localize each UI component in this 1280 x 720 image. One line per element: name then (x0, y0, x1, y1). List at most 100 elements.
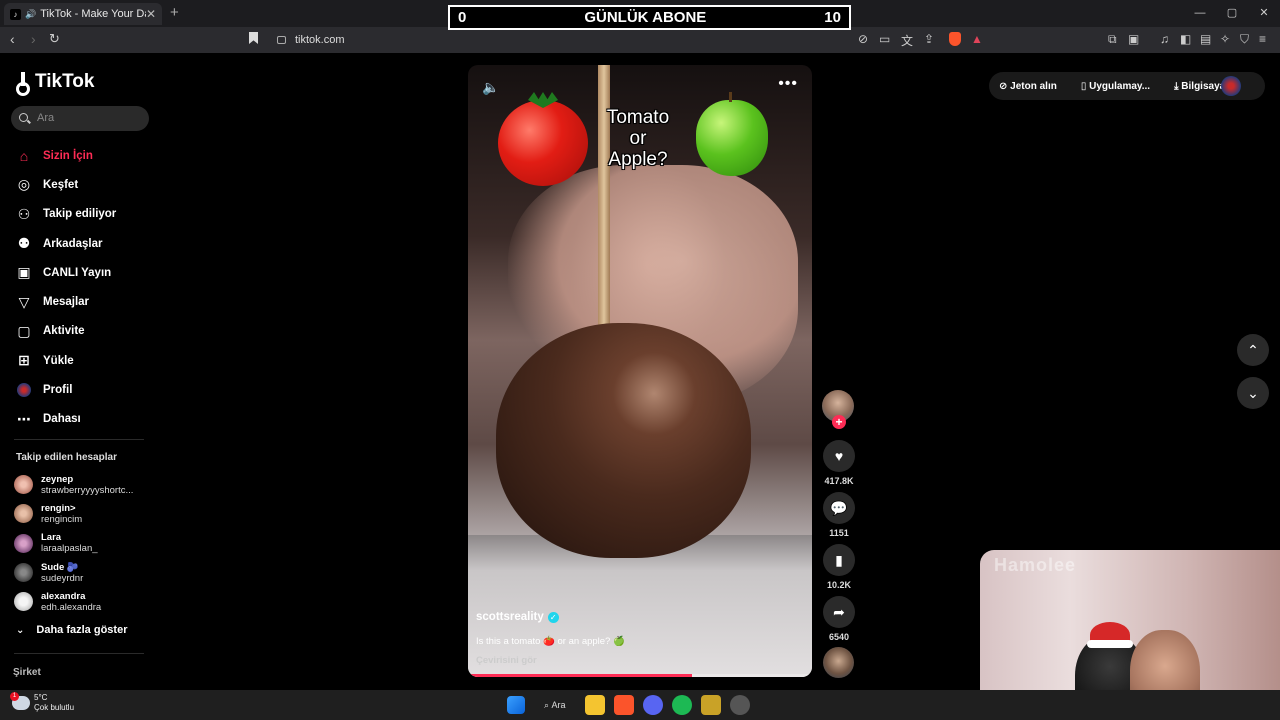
save-button[interactable]: ▮ (823, 544, 855, 576)
reader-icon[interactable]: ⊘ (858, 32, 868, 46)
show-more-button[interactable]: ⌄ Daha fazla göster (16, 624, 127, 636)
cast-icon[interactable]: ▭ (879, 32, 890, 46)
more-options-icon[interactable]: ••• (778, 75, 798, 93)
sidebar-item-upload[interactable]: ⊞ Yükle (0, 346, 165, 375)
following-accounts-title: Takip edilen hesaplar (16, 452, 117, 463)
taskbar-search[interactable]: ⌕ Ara (534, 695, 576, 715)
maximize-button[interactable]: ▢ (1216, 0, 1248, 27)
video-progress-fill (468, 674, 692, 677)
url-text: tiktok.com (295, 34, 345, 46)
get-app-button[interactable]: ▯ Uygulamay... (1081, 81, 1162, 92)
follow-plus-icon[interactable]: + (832, 415, 846, 429)
webcam-watermark: Hamolee (994, 555, 1077, 575)
account-handle: sudeyrdnr (41, 572, 84, 584)
share-icon[interactable]: ⇪ (924, 32, 934, 46)
activity-icon: ▢ (17, 322, 31, 339)
notification-badge: 1 (10, 692, 19, 701)
sidebar-toggle-icon[interactable]: ◧ (1180, 32, 1191, 46)
browser-tab[interactable]: ♪ 🔊 TikTok - Make Your Day ✕ (4, 3, 162, 25)
profile-avatar[interactable] (1221, 76, 1241, 96)
list-item[interactable]: Lara laraalpaslan_ (14, 529, 164, 558)
comment-button[interactable]: 💬 (823, 492, 855, 524)
tiktok-logo[interactable]: TikTok (16, 71, 95, 96)
list-item[interactable]: Sude 🫐 sudeyrdnr (14, 558, 164, 587)
previous-video-button[interactable]: ⌃ (1237, 334, 1269, 366)
account-name: Sude 🫐 (41, 561, 79, 573)
audio-playing-icon[interactable]: 🔊 (25, 9, 36, 20)
like-button[interactable]: ♥ (823, 440, 855, 472)
back-arrow-icon[interactable]: ‹ (10, 31, 15, 47)
windows-start-icon[interactable] (507, 696, 525, 714)
list-item[interactable]: alexandra edh.alexandra (14, 587, 164, 616)
spotify-icon[interactable] (671, 695, 692, 715)
sidebar-item-activity[interactable]: ▢ Aktivite (0, 317, 165, 346)
divider (14, 653, 144, 654)
reload-icon[interactable]: ↻ (49, 31, 60, 47)
video-overlay-text: Tomato or Apple? (606, 107, 670, 170)
sidebar-item-following[interactable]: ⚇ Takip ediliyor (0, 200, 165, 229)
next-video-button[interactable]: ⌄ (1237, 377, 1269, 409)
sidebar-item-label: Dahası (43, 413, 81, 426)
brave-browser-icon[interactable] (613, 695, 634, 715)
minimize-button[interactable]: — (1184, 0, 1216, 27)
avatar (14, 504, 33, 524)
sidebar-item-messages[interactable]: ▽ Mesajlar (0, 287, 165, 316)
overlay-title: GÜNLÜK ABONE (584, 9, 707, 26)
video-description: Is this a tomato 🍅 or an apple? 🍏 (476, 636, 625, 647)
sidebar-item-explore[interactable]: ◎ Keşfet (0, 170, 165, 199)
extensions-icon[interactable]: ⧉ (1108, 32, 1117, 47)
leo-ai-icon[interactable]: ✧ (1220, 32, 1230, 46)
chevron-up-icon: ⌃ (1247, 342, 1259, 358)
brave-rewards-icon[interactable]: ▲ (971, 32, 983, 46)
site-info-icon[interactable] (277, 36, 286, 44)
video-progress-bar[interactable] (468, 674, 812, 677)
brave-shields-icon[interactable] (949, 32, 961, 46)
new-tab-button[interactable]: + (170, 4, 179, 21)
sidebar-item-label: Aktivite (43, 325, 85, 338)
sidebar-item-for-you[interactable]: ⌂ Sizin İçin (0, 141, 165, 170)
company-section-title[interactable]: Şirket (13, 667, 41, 678)
account-name: zeynep (41, 473, 74, 485)
media-icon[interactable]: ♫ (1160, 32, 1169, 46)
sound-avatar[interactable] (823, 647, 854, 678)
screenshot-icon[interactable]: ▣ (1128, 32, 1139, 46)
sidebar-item-label: Profil (43, 384, 73, 397)
list-item[interactable]: rengin> rengincim (14, 499, 164, 528)
share-button[interactable]: ➦ (823, 596, 855, 628)
app-label: Uygulamay... (1089, 80, 1151, 92)
sidebar-item-profile[interactable]: Profil (0, 375, 165, 404)
video-player[interactable]: Tomato or Apple? 🔈 ••• scottsreality ✓ I… (468, 65, 812, 677)
sidebar-item-friends[interactable]: ⚉ Arkadaşlar (0, 229, 165, 258)
translate-icon[interactable]: 文 (901, 32, 913, 49)
tab-close-icon[interactable]: ✕ (146, 7, 156, 21)
bookmark-icon[interactable] (249, 32, 258, 44)
vpn-icon[interactable]: ⛉ (1240, 32, 1249, 47)
address-bar: ‹ › ↻ tiktok.com ⊘ ▭ 文 ⇪ ▲ ⧉ ▣ ♫ ◧ ▤ ✧ ⛉… (0, 27, 1280, 53)
cloud-icon: 1 (10, 692, 30, 710)
wallet-icon[interactable]: ▤ (1200, 32, 1211, 46)
logo-text: TikTok (35, 71, 95, 92)
list-item[interactable]: zeynep strawberryyyyshortc... (14, 470, 164, 499)
sidebar-item-live[interactable]: ▣ CANLI Yayın (0, 258, 165, 287)
obs-icon[interactable] (729, 695, 750, 715)
video-chocolate-apple (496, 323, 751, 558)
weather-widget[interactable]: 1 5°C Çok bulutlu (10, 692, 74, 713)
file-explorer-icon[interactable] (584, 695, 605, 715)
search-input[interactable]: Ara (11, 106, 149, 131)
app-icon[interactable] (700, 695, 721, 715)
close-window-button[interactable]: ✕ (1248, 0, 1280, 27)
discord-icon[interactable] (642, 695, 663, 715)
volume-icon[interactable]: 🔈 (482, 79, 499, 96)
see-translation-link[interactable]: Çevirisini gör (476, 655, 537, 666)
share-arrow-icon: ➦ (833, 603, 845, 620)
video-author[interactable]: scottsreality ✓ (476, 611, 559, 623)
menu-icon[interactable]: ≡ (1259, 32, 1266, 46)
comment-icon: 💬 (830, 499, 848, 516)
following-icon: ⚇ (17, 205, 31, 222)
forward-arrow-icon[interactable]: › (31, 31, 36, 47)
avatar (14, 592, 33, 612)
sidebar-item-more[interactable]: ⋯ Dahası (0, 405, 165, 434)
subscriber-goal-overlay: 0 GÜNLÜK ABONE 10 (448, 5, 851, 30)
get-coins-button[interactable]: ⊘ Jeton alın (999, 81, 1069, 92)
windows-taskbar: 1 5°C Çok bulutlu ⌕ Ara (0, 690, 1280, 720)
